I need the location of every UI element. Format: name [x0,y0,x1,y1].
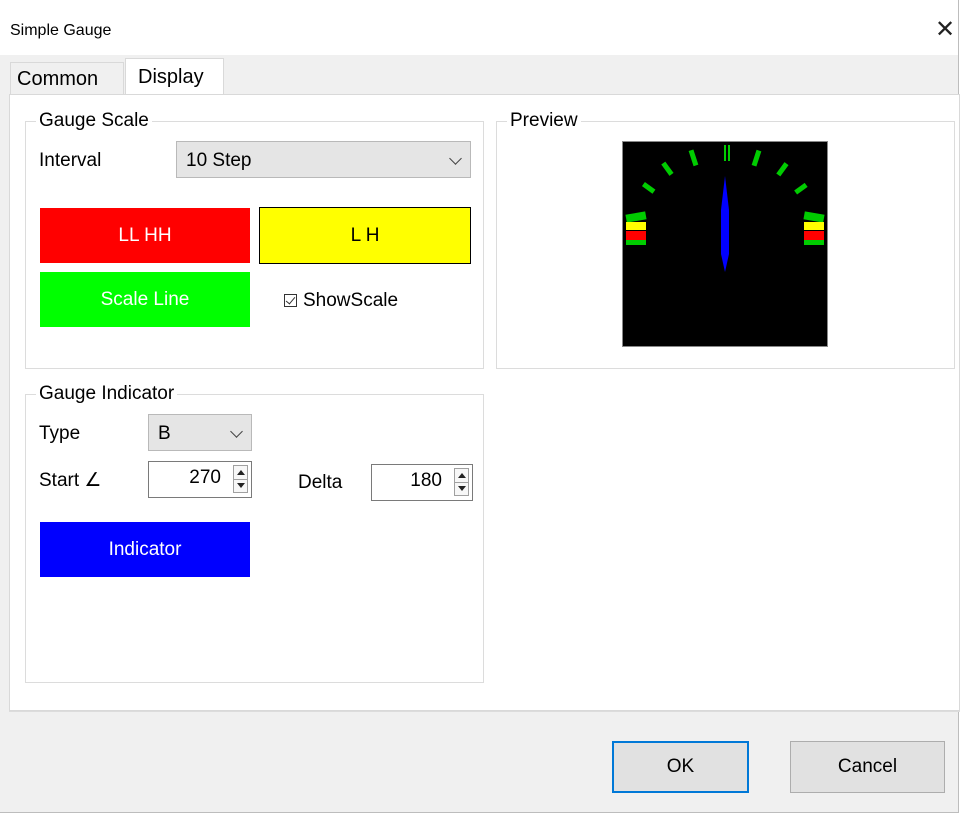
arrow-down-icon[interactable] [458,486,466,491]
ok-button[interactable]: OK [612,741,749,793]
tab-common[interactable]: Common [10,62,124,94]
gauge-indicator-group-label: Gauge Indicator [36,383,178,405]
ll-hh-color-button[interactable]: LL HH [40,208,250,263]
show-scale-label: ShowScale [303,290,399,311]
scale-line-color-button[interactable]: Scale Line [40,272,250,327]
type-label: Type [39,423,81,444]
dialog-window: Simple Gauge ✕ Common Display Gauge Scal… [0,0,960,813]
show-scale-checkbox[interactable]: ShowScale [284,290,398,312]
gauge-needle [721,176,729,272]
cancel-button-label: Cancel [837,756,898,777]
arrow-up-icon[interactable] [458,473,466,478]
tab-display-label: Display [138,66,204,88]
gauge-left-band [625,211,647,245]
type-select-value: B [158,423,171,444]
l-h-label: L H [350,224,380,246]
delta-value: 180 [410,470,442,491]
start-angle-spinner[interactable]: 270 [148,461,252,498]
title-bar: Simple Gauge ✕ [0,0,958,55]
gauge-preview-graphic [625,145,825,272]
close-icon[interactable]: ✕ [930,15,960,45]
delta-stepper[interactable] [454,468,469,496]
interval-select-value: 10 Step [186,150,252,171]
start-angle-value: 270 [189,467,221,488]
chevron-down-icon [449,152,462,165]
scale-line-label: Scale Line [100,288,190,310]
ok-button-label: OK [666,756,695,777]
cancel-button[interactable]: Cancel [790,741,945,793]
delta-label: Delta [298,472,343,493]
arrow-down-icon[interactable] [237,483,245,488]
gauge-preview [622,141,828,347]
window-title: Simple Gauge [10,22,112,39]
footer-divider [9,711,960,712]
gauge-right-band [803,211,825,245]
l-h-color-button[interactable]: L H [259,207,471,264]
tab-display[interactable]: Display [125,58,224,94]
indicator-color-button[interactable]: Indicator [40,522,250,577]
arrow-up-icon[interactable] [237,470,245,475]
delta-spinner[interactable]: 180 [371,464,473,501]
start-angle-label: Start ∠ [39,470,102,491]
ll-hh-label: LL HH [118,224,172,246]
start-angle-stepper[interactable] [233,465,248,493]
checkbox-checked-icon[interactable] [284,294,297,307]
tab-common-label: Common [17,68,99,90]
indicator-label: Indicator [108,538,182,560]
interval-label: Interval [39,150,102,171]
gauge-scale-group-label: Gauge Scale [36,110,152,132]
chevron-down-icon [230,425,243,438]
type-select[interactable]: B [148,414,252,451]
preview-group-label: Preview [507,110,581,132]
interval-select[interactable]: 10 Step [176,141,471,178]
